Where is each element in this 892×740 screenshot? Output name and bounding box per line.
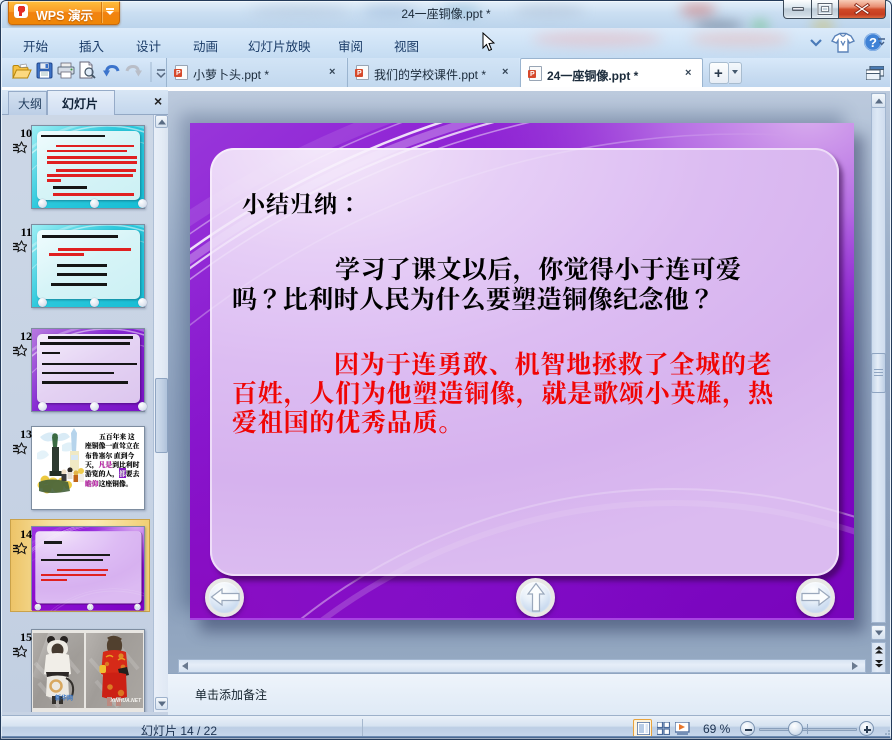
svg-text:?: ? — [869, 35, 877, 50]
